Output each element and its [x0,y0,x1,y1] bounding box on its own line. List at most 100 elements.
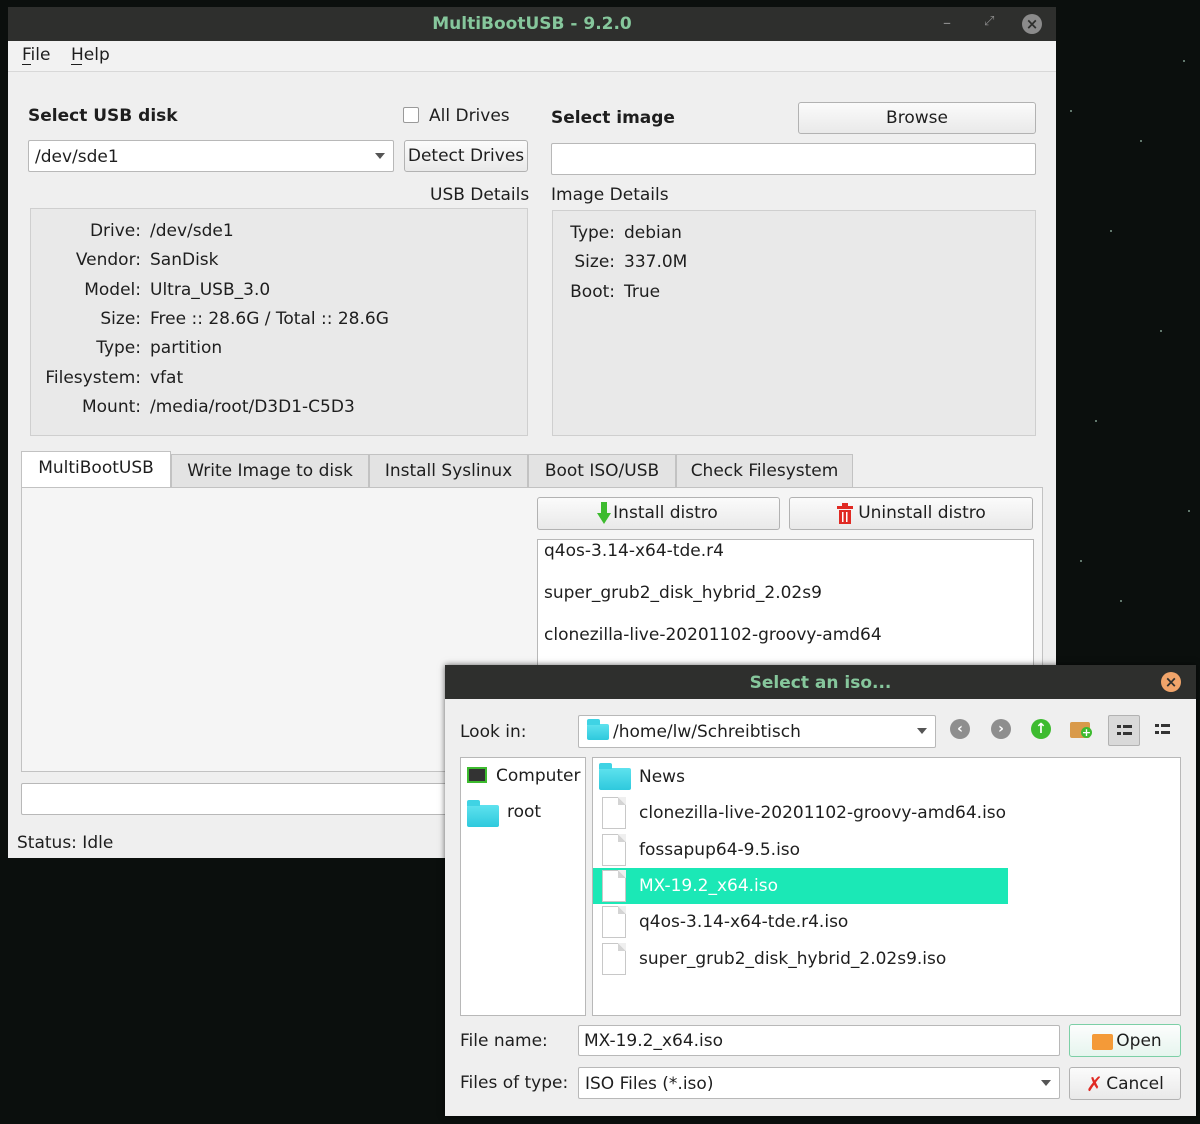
detect-drives-button[interactable]: Detect Drives [404,140,528,172]
file-name: News [639,767,685,787]
dialog-title-bar: Select an iso... × [445,665,1196,699]
browse-button[interactable]: Browse [798,102,1036,134]
open-folder-icon [1092,1034,1113,1050]
install-distro-label: Install distro [613,503,718,523]
usb-disk-select[interactable]: /dev/sde1 [28,140,394,172]
image-detail-value: 337.0M [624,252,688,273]
tab-install-syslinux[interactable]: Install Syslinux [369,454,528,488]
usb-detail-value: Ultra_USB_3.0 [150,279,271,300]
usb-detail-key: Model: [84,279,141,300]
file-icon [602,869,626,902]
list-item[interactable]: clonezilla-live-20201102-groovy-amd64 [544,625,882,645]
file-icon [602,833,626,866]
usb-detail-row: Size: Free :: 28.6G / Total :: 28.6G [31,309,527,333]
menu-file[interactable]: File [22,45,50,65]
tab-multibootusb[interactable]: MultiBootUSB [21,451,171,489]
arrow-down-icon [597,502,611,524]
select-usb-label: Select USB disk [28,106,178,126]
folder-icon [467,800,499,827]
file-name-input[interactable]: MX-19.2_x64.iso [578,1025,1060,1056]
forward-icon[interactable]: › [991,719,1011,739]
chevron-down-icon [1041,1080,1051,1086]
sidebar-item-label: Computer [496,766,581,786]
folder-icon [587,719,609,740]
detail-view-icon[interactable] [1153,721,1173,741]
usb-detail-row: Type: partition [31,338,527,362]
parent-directory-icon[interactable]: ↑ [1031,719,1051,739]
trash-icon [837,503,853,524]
cancel-x-icon: ✗ [1086,1072,1103,1096]
file-row[interactable]: q4os-3.14-x64-tde.r4.iso [593,904,1008,940]
file-name: clonezilla-live-20201102-groovy-amd64.is… [639,803,1007,824]
menu-file-mnemonic [22,64,31,65]
list-item[interactable]: q4os-3.14-x64-tde.r4 [544,541,724,561]
usb-detail-value: vfat [150,367,184,388]
image-detail-key: Type: [570,223,615,243]
list-view-icon[interactable] [1108,715,1140,746]
uninstall-distro-button[interactable]: Uninstall distro [789,497,1033,530]
menu-bar: File Help [8,41,1056,72]
file-name: q4os-3.14-x64-tde.r4.iso [639,912,849,933]
usb-detail-value: /media/root/D3D1-C5D3 [150,396,355,417]
usb-detail-key: Type: [96,338,141,359]
list-item[interactable]: super_grub2_disk_hybrid_2.02s9 [544,583,822,603]
back-icon[interactable]: ‹ [950,719,970,739]
window-title: MultiBootUSB - 9.2.0 [432,14,632,34]
folder-icon [599,763,631,790]
all-drives-checkbox[interactable] [403,107,419,123]
files-of-type-select[interactable]: ISO Files (*.iso) [578,1067,1060,1099]
chevron-down-icon [375,153,385,159]
image-details-title: Image Details [551,185,669,205]
file-icon [602,906,626,939]
usb-detail-row: Drive: /dev/sde1 [31,221,527,245]
uninstall-distro-label: Uninstall distro [858,503,986,523]
file-icon [602,942,626,975]
image-path-input[interactable] [551,143,1036,175]
dialog-title: Select an iso... [749,673,892,693]
file-row[interactable]: News [593,759,1008,795]
usb-detail-key: Filesystem: [45,367,141,388]
usb-detail-value: /dev/sde1 [150,221,234,241]
file-name: MX-19.2_x64.iso [639,875,779,896]
file-row[interactable]: super_grub2_disk_hybrid_2.02s9.iso [593,941,1008,977]
usb-detail-value: SanDisk [150,250,219,271]
usb-detail-key: Drive: [89,221,141,241]
usb-detail-row: Filesystem: vfat [31,368,527,392]
usb-detail-row: Mount: /media/root/D3D1-C5D3 [31,397,527,421]
cancel-button-label: Cancel [1106,1074,1164,1094]
all-drives-label: All Drives [429,106,510,126]
sidebar-item-label: root [507,802,542,822]
minimize-icon[interactable]: – [943,13,951,32]
open-button[interactable]: Open [1069,1024,1181,1057]
title-bar: MultiBootUSB - 9.2.0 – ⤢ × [8,7,1056,41]
install-distro-button[interactable]: Install distro [537,497,780,530]
tab-boot-iso-usb[interactable]: Boot ISO/USB [528,454,676,488]
file-name-label: File name: [460,1031,548,1051]
tab-write-image-to-disk[interactable]: Write Image to disk [171,454,369,488]
file-row[interactable]: MX-19.2_x64.iso [593,867,1008,904]
select-image-label: Select image [551,108,675,128]
usb-disk-value: /dev/sde1 [35,147,119,167]
files-of-type-label: Files of type: [460,1073,569,1093]
image-detail-value: debian [624,223,682,243]
look-in-label: Look in: [460,722,527,742]
close-icon[interactable]: × [1022,14,1042,34]
look-in-select[interactable]: /home/lw/Schreibtisch [578,715,936,748]
image-detail-row: Size: 337.0M [553,252,1033,276]
file-icon [602,797,626,830]
image-detail-key: Size: [574,252,615,273]
usb-detail-value: partition [150,338,223,359]
file-row[interactable]: clonezilla-live-20201102-groovy-amd64.is… [593,795,1008,831]
tab-check-filesystem[interactable]: Check Filesystem [676,454,853,488]
menu-help[interactable]: Help [71,45,110,65]
maximize-icon[interactable]: ⤢ [984,14,994,29]
dialog-close-icon[interactable]: × [1161,672,1181,692]
usb-detail-value: Free :: 28.6G / Total :: 28.6G [150,308,389,329]
new-folder-icon[interactable]: + [1070,718,1092,738]
status-text: Status: Idle [17,833,114,853]
computer-icon [467,767,487,783]
file-row[interactable]: fossapup64-9.5.iso [593,832,1008,868]
cancel-button[interactable]: ✗ Cancel [1069,1067,1181,1100]
usb-detail-key: Size: [100,308,141,329]
look-in-path: /home/lw/Schreibtisch [613,722,801,742]
